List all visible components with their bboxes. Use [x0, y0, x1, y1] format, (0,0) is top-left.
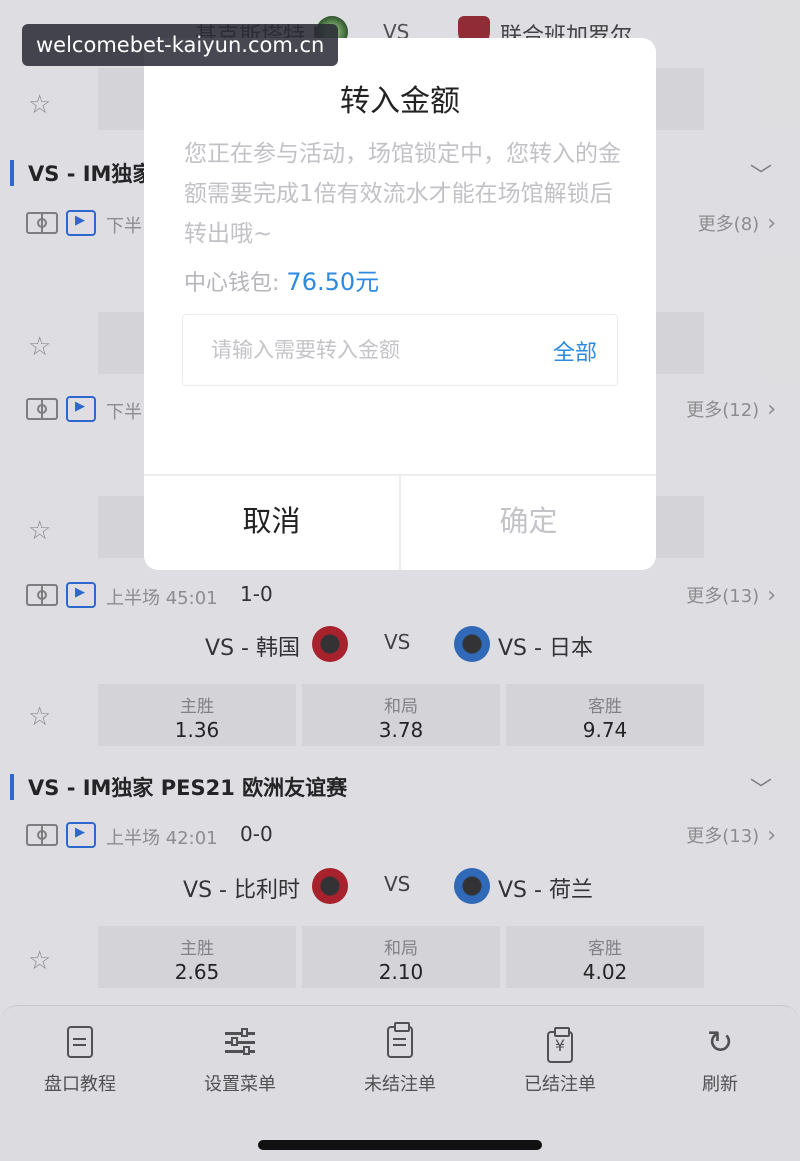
dialog-title: 转入金额	[340, 84, 460, 119]
wallet-label: 中心钱包:	[184, 271, 280, 296]
dialog-description: 您正在参与活动，场馆锁定中，您转入的金额需要完成1倍有效流水才能在场馆解锁后转出…	[184, 141, 621, 247]
confirm-button[interactable]: 确定	[401, 475, 656, 570]
amount-field: 全部	[182, 314, 618, 386]
cancel-button[interactable]: 取消	[144, 475, 399, 570]
amount-input[interactable]	[183, 315, 513, 385]
watermark-label: welcomebet-kaiyun.com.cn	[22, 24, 339, 66]
wallet-balance: 中心钱包: 76.50元	[184, 262, 379, 297]
transfer-amount-dialog: 转入金额 您正在参与活动，场馆锁定中，您转入的金额需要完成1倍有效流水才能在场馆…	[144, 38, 656, 570]
wallet-amount: 76.50元	[286, 268, 380, 296]
all-amount-button[interactable]: 全部	[553, 335, 597, 367]
home-indicator[interactable]	[258, 1140, 542, 1150]
